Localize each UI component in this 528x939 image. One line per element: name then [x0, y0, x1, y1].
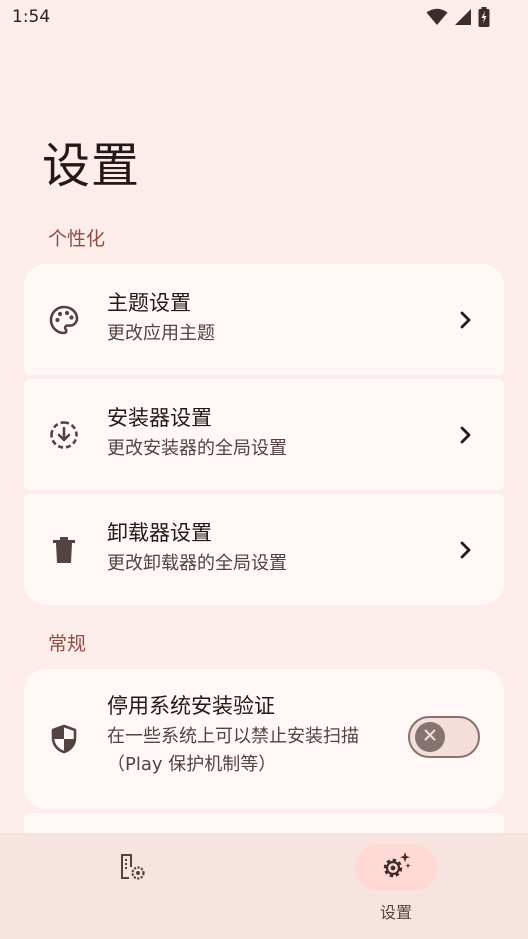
trash-icon	[48, 534, 80, 566]
gear-sparkle-icon	[379, 849, 413, 887]
status-icons	[426, 7, 490, 27]
nav-item-settings[interactable]: 设置	[264, 833, 528, 939]
nav-item-apps[interactable]	[0, 833, 264, 939]
general-card-group: 停用系统安装验证 在一些系统上可以禁止安装扫描（Play 保护机制等）	[24, 669, 504, 813]
bottom-navigation: 设置	[0, 833, 528, 939]
section-label-personalize: 个性化	[48, 228, 106, 250]
disable-verification-toggle[interactable]	[408, 716, 480, 758]
section-label-general: 常规	[48, 633, 87, 655]
battery-charging-icon	[478, 7, 490, 27]
nav-indicator-settings	[355, 844, 437, 891]
status-time: 1:54	[12, 7, 51, 27]
uninstaller-settings-title: 卸载器设置	[107, 521, 212, 545]
chevron-right-icon	[454, 539, 476, 561]
nav-label-settings: 设置	[379, 903, 412, 922]
theme-settings-subtitle: 更改应用主题	[107, 323, 215, 344]
chevron-right-icon	[454, 424, 476, 446]
uninstaller-settings-subtitle: 更改卸载器的全局设置	[107, 553, 287, 574]
uninstaller-settings-item[interactable]: 卸载器设置 更改卸载器的全局设置	[24, 494, 504, 605]
chevron-right-icon	[454, 309, 476, 331]
install-icon	[48, 419, 80, 451]
installer-settings-title: 安装器设置	[107, 406, 212, 430]
apps-settings-icon	[116, 850, 148, 886]
page-title: 设置	[42, 138, 141, 194]
disable-verification-subtitle: 在一些系统上可以禁止安装扫描（Play 保护机制等）	[107, 726, 359, 775]
personalize-card-group: 主题设置 更改应用主题 安装器设置 更改安装器的全局设置 卸载器设置 更改卸载器…	[24, 264, 504, 605]
toggle-thumb	[415, 722, 445, 752]
disable-verification-title: 停用系统安装验证	[107, 694, 275, 718]
palette-icon	[48, 304, 80, 336]
theme-settings-title: 主题设置	[107, 291, 191, 315]
wifi-icon	[426, 8, 448, 26]
shield-icon	[48, 723, 80, 755]
disable-system-verification-item[interactable]: 停用系统安装验证 在一些系统上可以禁止安装扫描（Play 保护机制等）	[24, 669, 504, 809]
installer-settings-subtitle: 更改安装器的全局设置	[107, 438, 287, 459]
nav-indicator-apps	[91, 844, 173, 891]
installer-settings-item[interactable]: 安装器设置 更改安装器的全局设置	[24, 379, 504, 490]
signal-icon	[454, 8, 472, 26]
status-bar: 1:54	[0, 0, 528, 36]
close-icon	[422, 727, 438, 747]
theme-settings-item[interactable]: 主题设置 更改应用主题	[24, 264, 504, 375]
